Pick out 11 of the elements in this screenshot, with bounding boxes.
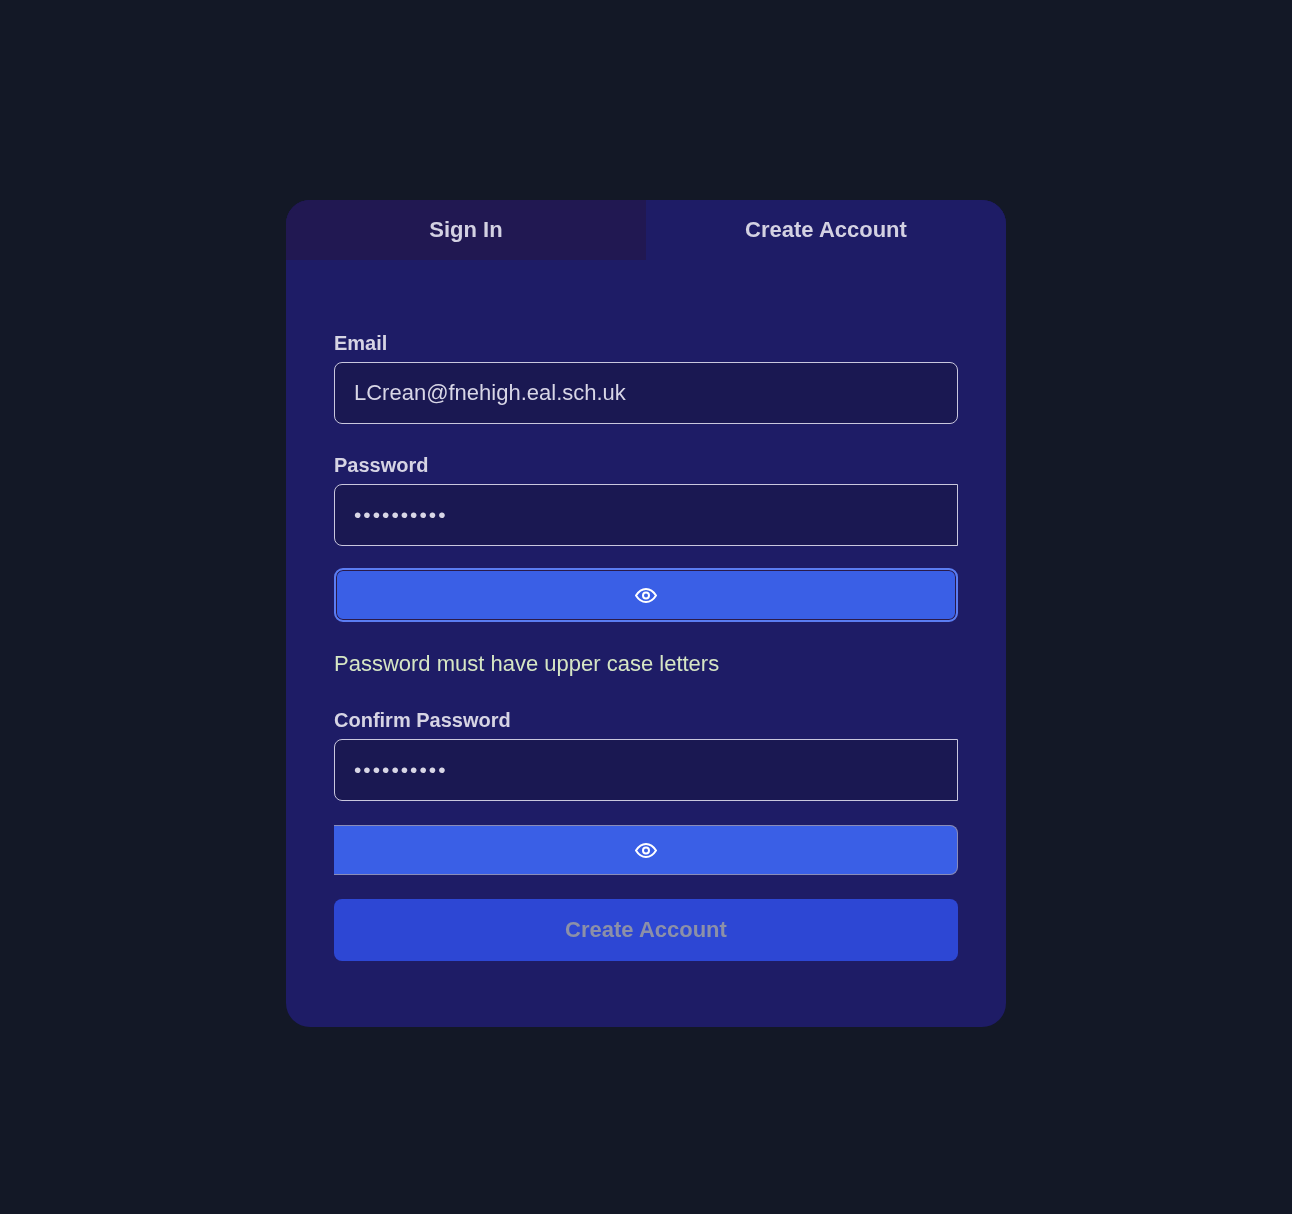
tab[interactable]: Sign In [286, 200, 646, 260]
field-label: Password [334, 453, 429, 477]
field-label: Confirm Password [334, 708, 511, 732]
show-password-button[interactable] [334, 568, 958, 622]
eye-icon [634, 842, 657, 858]
error-message: Password must have upper case letters [334, 650, 720, 678]
email-field[interactable]: LCrean@fnehigh.eal.sch.uk [334, 362, 958, 424]
eye-icon [635, 587, 657, 603]
field-label: Email [334, 331, 388, 355]
password-field[interactable]: •••••••••• [334, 484, 958, 546]
password-field[interactable]: •••••••••• [334, 739, 958, 801]
